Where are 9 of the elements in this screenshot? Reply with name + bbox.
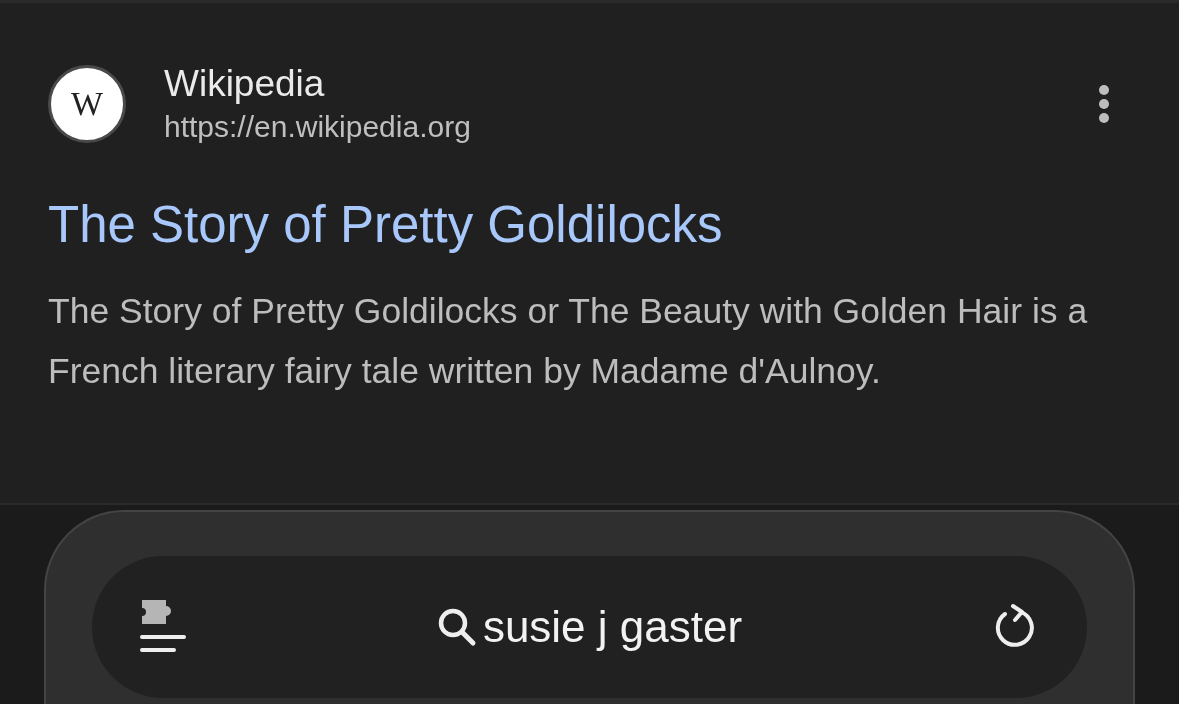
address-bar[interactable]: susie j gaster [92,556,1087,698]
search-query: susie j gaster [482,602,743,652]
search-icon [436,607,477,647]
site-url: https://en.wikipedia.org [164,109,472,145]
result-snippet: The Story of Pretty Goldilocks or The Beauty with Golden Hair is a French literary fairy tale written by Madame d'Aulnoy. [48,290,1089,393]
more-options-icon[interactable] [1097,84,1111,124]
site-favicon: W [48,65,126,143]
result-title-link[interactable]: The Story of Pretty Goldilocks [48,195,723,255]
site-name: Wikipedia [164,62,326,106]
